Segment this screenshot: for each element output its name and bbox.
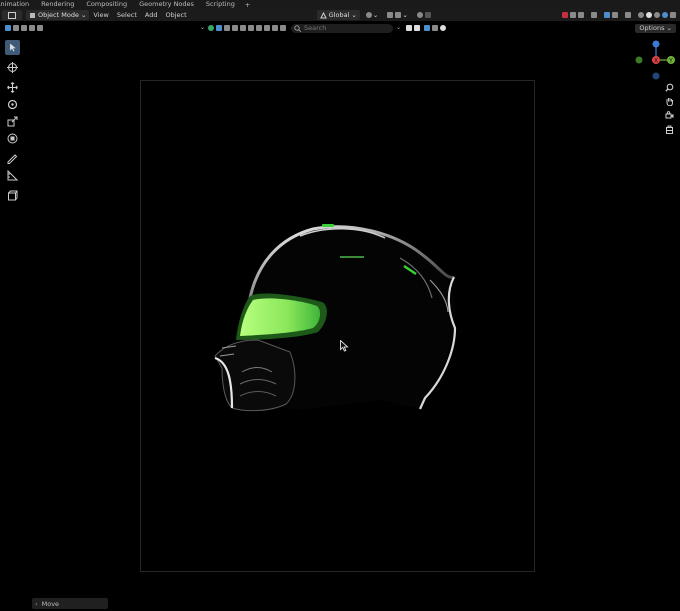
chin-guard — [214, 339, 296, 412]
camera-icon — [665, 111, 674, 119]
grid-perspective-icon — [666, 125, 673, 134]
x-axis-label: X — [654, 58, 658, 65]
viewport-navigation — [664, 82, 676, 138]
zoom-button[interactable] — [664, 82, 675, 93]
z-axis-handle[interactable] — [652, 40, 660, 48]
pan-button[interactable] — [664, 96, 675, 107]
last-operation-label: Move — [41, 599, 60, 608]
hand-icon — [666, 98, 673, 106]
camera-view-button[interactable] — [664, 110, 675, 121]
y-axis-label: Y — [668, 58, 673, 65]
mouse-pointer-icon — [340, 340, 349, 352]
viewport-scene[interactable] — [0, 0, 680, 611]
helmet-model[interactable] — [214, 224, 457, 412]
chevron-right-icon: › — [35, 599, 38, 608]
perspective-toggle-button[interactable] — [664, 124, 675, 135]
neg-y-axis-handle[interactable] — [635, 56, 643, 64]
last-operation-panel[interactable]: › Move — [32, 598, 108, 609]
navigation-gizmo[interactable]: X Y — [630, 36, 680, 86]
top-slot-accent — [340, 256, 364, 258]
neg-z-axis-handle[interactable] — [652, 72, 660, 80]
zoom-icon — [665, 83, 674, 92]
top-vent-accent — [322, 224, 334, 227]
